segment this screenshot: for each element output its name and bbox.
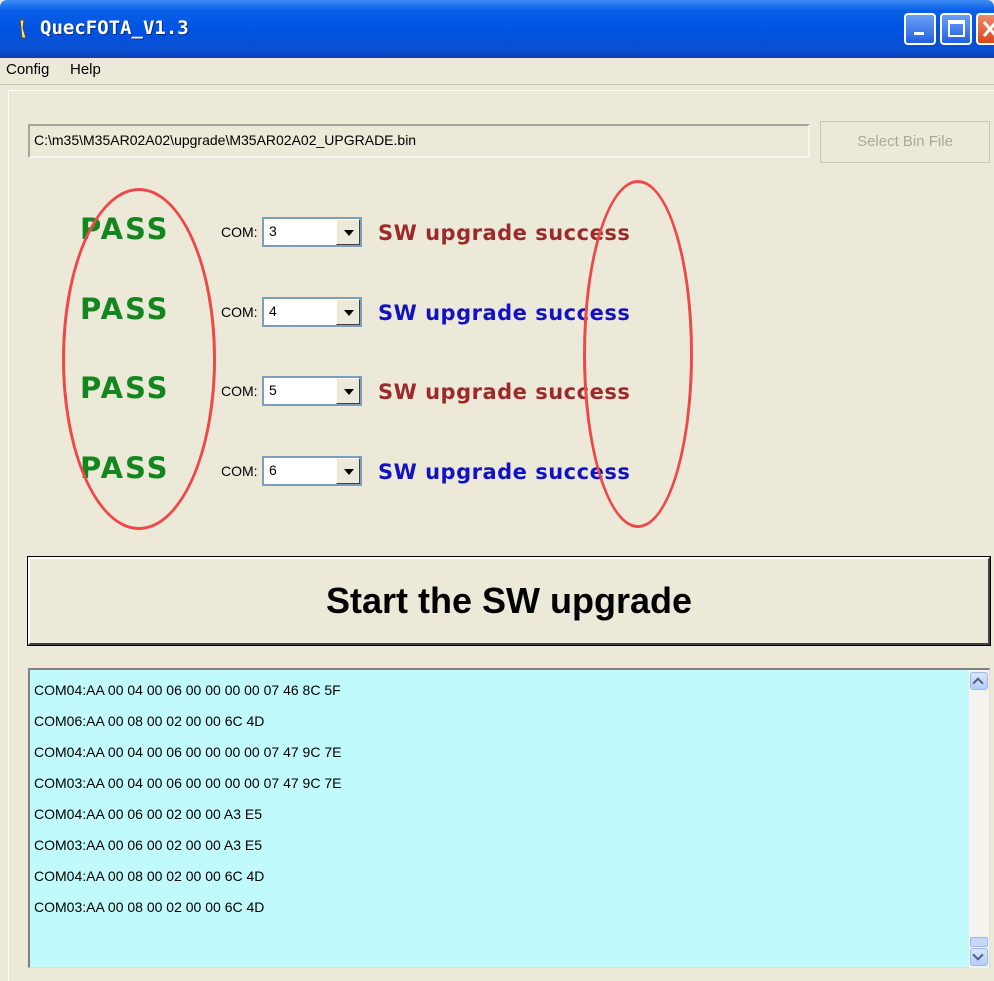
com-port-value: 6 (269, 462, 277, 478)
log-line: COM04:AA 00 04 00 06 00 00 00 00 07 46 8… (34, 682, 341, 698)
maximize-icon (948, 20, 965, 37)
com-label: COM: (221, 224, 258, 240)
result-label: PASS (80, 371, 170, 405)
com-port-select[interactable]: 5 (262, 376, 362, 406)
log-scrollbar[interactable] (969, 670, 989, 968)
log-line: COM04:AA 00 06 00 02 00 00 A3 E5 (34, 806, 263, 822)
log-line: COM04:AA 00 08 00 02 00 00 6C 4D (34, 868, 265, 884)
app-icon (19, 19, 27, 39)
minimize-icon (914, 32, 924, 35)
result-label: PASS (80, 292, 170, 326)
chevron-down-icon[interactable] (336, 458, 360, 484)
start-upgrade-button[interactable]: Start the SW upgrade (27, 556, 991, 646)
maximize-button[interactable] (940, 13, 972, 45)
log-line: COM06:AA 00 08 00 02 00 00 6C 4D (34, 713, 265, 729)
com-label: COM: (221, 383, 258, 399)
com-label: COM: (221, 463, 258, 479)
bin-path-field[interactable]: C:\m35\M35AR02A02\upgrade\M35AR02A02_UPG… (28, 124, 810, 158)
status-text: SW upgrade success (378, 380, 631, 404)
minimize-button[interactable] (904, 13, 936, 45)
scroll-up-icon[interactable] (970, 672, 988, 690)
result-label: PASS (80, 451, 170, 485)
com-port-select[interactable]: 3 (262, 217, 362, 247)
log-panel[interactable]: COM04:AA 00 04 00 06 00 00 00 00 07 46 8… (28, 668, 990, 968)
port-row: PASS COM: 5 SW upgrade success (0, 371, 994, 411)
port-row: PASS COM: 4 SW upgrade success (0, 292, 994, 332)
chevron-down-icon[interactable] (336, 299, 360, 325)
chevron-down-icon[interactable] (336, 219, 360, 245)
status-text: SW upgrade success (378, 301, 631, 325)
menu-config[interactable]: Config (6, 61, 49, 78)
com-port-select[interactable]: 6 (262, 456, 362, 486)
com-port-value: 5 (269, 382, 277, 398)
com-label: COM: (221, 304, 258, 320)
log-line: COM03:AA 00 04 00 06 00 00 00 00 07 47 9… (34, 775, 342, 791)
log-line: COM03:AA 00 08 00 02 00 00 6C 4D (34, 899, 265, 915)
port-row: PASS COM: 3 SW upgrade success (0, 212, 994, 252)
scroll-down-icon[interactable] (970, 948, 988, 966)
menu-bar: Config Help (0, 58, 994, 85)
close-button[interactable] (976, 13, 994, 45)
window-title: QuecFOTA_V1.3 (40, 17, 189, 39)
com-port-value: 3 (269, 223, 277, 239)
log-lines: COM04:AA 00 04 00 06 00 00 00 00 07 46 8… (34, 676, 341, 924)
com-port-select[interactable]: 4 (262, 297, 362, 327)
status-text: SW upgrade success (378, 460, 631, 484)
scroll-thumb[interactable] (970, 937, 988, 947)
result-label: PASS (80, 212, 170, 246)
menu-help[interactable]: Help (70, 61, 101, 78)
close-icon (982, 21, 994, 37)
log-line: COM04:AA 00 04 00 06 00 00 00 00 07 47 9… (34, 744, 342, 760)
select-bin-file-button[interactable]: Select Bin File (820, 121, 990, 163)
title-bar: QuecFOTA_V1.3 (0, 0, 994, 58)
log-line: COM03:AA 00 06 00 02 00 00 A3 E5 (34, 837, 263, 853)
port-row: PASS COM: 6 SW upgrade success (0, 451, 994, 491)
status-text: SW upgrade success (378, 221, 631, 245)
chevron-down-icon[interactable] (336, 378, 360, 404)
com-port-value: 4 (269, 303, 277, 319)
